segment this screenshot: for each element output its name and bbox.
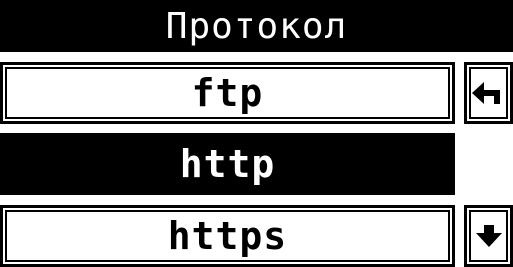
down-arrow-icon [475,225,502,247]
option-label: https [167,214,288,258]
option-label: http [179,142,276,186]
scroll-down-button[interactable] [464,205,513,267]
back-arrow-icon [471,82,506,104]
back-button[interactable] [464,62,513,124]
page-title-label: Протокол [165,5,348,47]
option-http[interactable]: http [0,133,455,195]
option-https[interactable]: https [0,205,455,267]
option-ftp[interactable]: ftp [0,62,455,124]
page-title: Протокол [0,0,513,52]
option-label: ftp [191,71,264,115]
